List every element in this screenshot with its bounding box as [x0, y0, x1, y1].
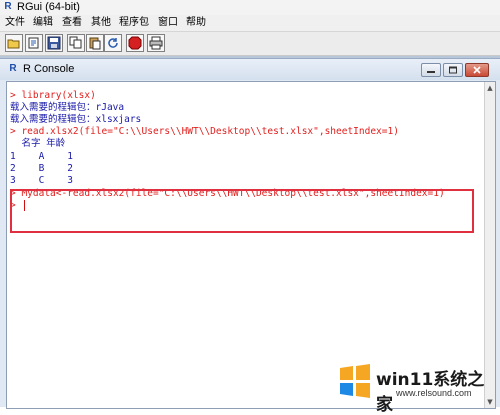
highlight-annotation [10, 189, 474, 233]
console-line: 2 B 2 [10, 163, 73, 174]
open-folder-icon [7, 39, 20, 49]
close-icon [473, 66, 481, 74]
close-button[interactable] [465, 63, 489, 77]
stop-icon [128, 36, 142, 50]
menubar: 文件 编辑 查看 其他 程序包 窗口 帮助 [0, 15, 500, 32]
menu-windows[interactable]: 窗口 [158, 15, 178, 31]
console-line: 名字 年龄 [10, 138, 66, 149]
watermark: win11系统之家 www.relsound.com [338, 362, 498, 415]
app-titlebar: R RGui (64-bit) [0, 0, 500, 15]
console-title: R Console [23, 63, 75, 75]
minimize-button[interactable] [421, 63, 441, 77]
console-line: > read.xlsx2(file="C:\\Users\\HWT\\Deskt… [10, 126, 399, 137]
watermark-url: www.relsound.com [396, 388, 472, 398]
menu-edit[interactable]: 编辑 [33, 15, 53, 31]
floppy-disk-icon [47, 36, 61, 50]
maximize-button[interactable] [443, 63, 463, 77]
print-button[interactable] [147, 34, 165, 52]
console-line: 3 C 3 [10, 175, 73, 186]
load-workspace-button[interactable] [25, 34, 43, 52]
windows-logo-icon [340, 364, 370, 398]
copy-paste-button[interactable] [104, 34, 122, 52]
console-output[interactable]: > library(xlsx) 载入需要的程辑包：rJava 载入需要的程辑包：… [6, 81, 496, 409]
r-logo-icon: R [9, 63, 17, 74]
console-line: 载入需要的程辑包：rJava [10, 102, 125, 113]
console-line: 1 A 1 [10, 151, 73, 162]
menu-packages[interactable]: 程序包 [119, 15, 149, 31]
r-console-window: R R Console > library(xlsx) 载入需要的程辑包：rJa… [0, 58, 500, 409]
open-script-button[interactable] [5, 34, 23, 52]
printer-icon [149, 36, 163, 50]
console-line: 载入需要的程辑包：xlsxjars [10, 114, 142, 125]
menu-view[interactable]: 查看 [62, 15, 82, 31]
vertical-scrollbar[interactable]: ▲ ▼ [484, 82, 495, 408]
copy-button[interactable] [67, 34, 85, 52]
save-workspace-button[interactable] [45, 34, 63, 52]
r-logo-icon: R [4, 1, 12, 12]
maximize-icon [449, 66, 457, 74]
console-line: > library(xlsx) [10, 90, 96, 101]
console-titlebar[interactable]: R R Console [0, 59, 500, 80]
app-title: RGui (64-bit) [17, 1, 80, 13]
copy-icon [69, 36, 82, 49]
paste-button[interactable] [86, 34, 104, 52]
minimize-icon [427, 71, 435, 73]
menu-misc[interactable]: 其他 [91, 15, 111, 31]
load-workspace-icon [28, 37, 39, 49]
toolbar [0, 32, 500, 56]
refresh-icon [108, 38, 118, 48]
scroll-up-icon[interactable]: ▲ [486, 84, 494, 92]
stop-button[interactable] [126, 34, 144, 52]
paste-icon [89, 37, 101, 50]
menu-file[interactable]: 文件 [5, 15, 25, 31]
menu-help[interactable]: 帮助 [186, 15, 206, 31]
